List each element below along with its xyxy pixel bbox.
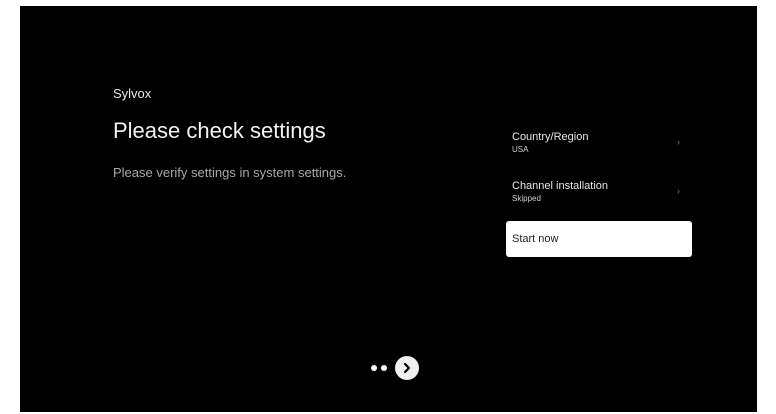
menu-item-value: USA [512,145,529,154]
menu-item-country-region[interactable]: Country/Region USA › [506,123,692,165]
next-button[interactable] [395,356,419,380]
page-title: Please check settings [113,118,326,143]
chevron-right-icon: › [677,186,680,196]
menu-item-label: Country/Region [512,131,589,143]
settings-menu: Country/Region USA › Channel installatio… [506,123,692,257]
setup-screen: Sylvox Please check settings Please veri… [20,6,757,412]
brand-logo: Sylvox [113,86,152,101]
menu-item-label: Start now [512,233,559,245]
arrow-right-circle-icon [403,362,411,374]
menu-item-channel-installation[interactable]: Channel installation Skipped › [506,172,692,214]
start-now-button[interactable]: Start now [506,221,692,257]
chevron-right-icon: › [677,137,680,147]
page-subtitle: Please verify settings in system setting… [113,165,347,180]
page-indicator [371,356,419,380]
page-dot [371,365,377,371]
menu-item-value: Skipped [512,194,541,203]
page-dot [381,365,387,371]
menu-item-label: Channel installation [512,180,609,192]
